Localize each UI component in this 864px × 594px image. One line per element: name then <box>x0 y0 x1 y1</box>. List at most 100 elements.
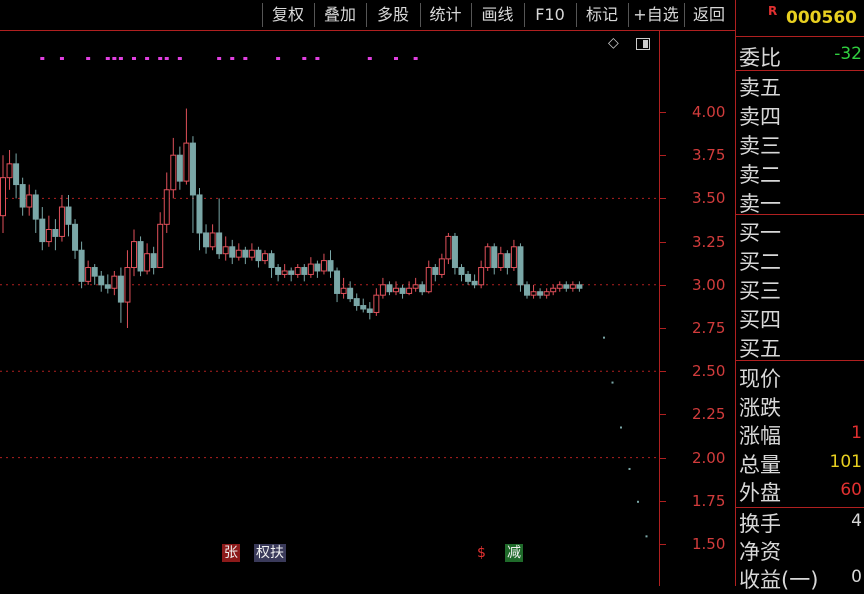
candle-body-74 <box>484 246 491 269</box>
candle-body-53 <box>347 287 354 300</box>
candle-body-49 <box>320 260 327 272</box>
toolbar-huaxian-button[interactable]: 画线 <box>471 3 523 27</box>
candle-body-79 <box>517 246 524 286</box>
tail-point-3 <box>628 467 631 470</box>
tail-point-2 <box>620 426 622 429</box>
candle-body-27 <box>176 154 183 182</box>
candle-body-84 <box>550 287 557 293</box>
y-tick-7 <box>660 414 666 416</box>
toolbar-diejia-button[interactable]: 叠加 <box>314 3 365 27</box>
panel-sep-1 <box>736 36 864 37</box>
candle-body-73 <box>478 267 485 286</box>
price-axis: 4.00 3.75 3.50 3.25 3.00 2.75 2.50 2.25 2.00 1.75… <box>660 31 736 586</box>
top-marker-1 <box>59 57 64 60</box>
y-tick-10 <box>660 544 666 545</box>
weibi-label: 委比 <box>739 46 781 70</box>
diamond-icon[interactable]: ◇ <box>608 36 622 50</box>
candle-body-46 <box>301 267 308 275</box>
candle-body-77 <box>504 253 511 269</box>
tag-dollar[interactable]: $ <box>475 544 488 562</box>
candle-body-9 <box>58 206 65 237</box>
candle-body-40 <box>262 253 268 262</box>
candle-body-55 <box>360 305 367 310</box>
kline-chart[interactable] <box>0 31 660 586</box>
candle-body-76 <box>497 253 504 269</box>
y-tick-label-2: 3.50 <box>692 189 726 208</box>
candle-body-47 <box>307 263 314 275</box>
sell-label-2: 卖三 <box>739 134 781 158</box>
candle-body-21 <box>137 241 144 272</box>
tag-fuquan[interactable]: 权扶 <box>254 544 286 562</box>
stats2-label-0: 换手 <box>739 512 781 536</box>
candle-body-72 <box>471 280 478 286</box>
candle-body-88 <box>576 284 583 289</box>
tag-jian[interactable]: 减 <box>505 544 523 562</box>
candle-body-51 <box>334 270 341 294</box>
candle-body-68 <box>445 235 452 260</box>
stats2-label-1: 净资 <box>739 540 781 564</box>
stats-label-4: 外盘 <box>739 481 781 505</box>
tag-zhang[interactable]: 张 <box>222 544 240 562</box>
tail-point-1 <box>611 381 614 384</box>
candle-body-28 <box>183 142 190 182</box>
candle-body-71 <box>465 273 472 282</box>
stats-label-3: 总量 <box>739 452 781 477</box>
y-tick-8 <box>660 457 666 459</box>
top-marker-7 <box>145 57 150 60</box>
y-tick-3 <box>660 241 666 243</box>
top-marker-6 <box>132 57 136 60</box>
y-tick-label-9: 1.75 <box>692 491 726 510</box>
candle-body-63 <box>412 284 419 289</box>
toolbar-f10-button[interactable]: F10 <box>524 3 575 27</box>
candle-body-66 <box>432 267 439 275</box>
toolbar-biaoji-button[interactable]: 标记 <box>576 3 627 27</box>
candle-body-33 <box>216 232 223 255</box>
candle-body-32 <box>209 232 216 248</box>
candle-body-67 <box>438 258 445 275</box>
candle-body-16 <box>104 284 111 289</box>
window-toggle-icon[interactable] <box>636 38 650 50</box>
candle-body-11 <box>72 223 79 251</box>
candle-body-59 <box>386 284 393 293</box>
top-marker-5 <box>118 57 123 60</box>
candle-body-70 <box>458 267 465 275</box>
top-marker-15 <box>302 57 307 60</box>
stats2-value-2: 0 <box>851 567 862 587</box>
candle-body-22 <box>144 253 151 272</box>
buy-label-3: 买四 <box>739 308 781 332</box>
buy-label-1: 买二 <box>739 250 781 274</box>
stats-label-0: 现价 <box>739 367 781 391</box>
top-marker-3 <box>105 57 110 60</box>
candle-body-23 <box>150 253 157 269</box>
candle-body-25 <box>163 189 170 225</box>
toolbar-back-button[interactable]: 返回 <box>684 3 733 27</box>
toolbar-add-watchlist-button[interactable]: +自选 <box>628 3 683 27</box>
candle-body-13 <box>85 267 92 282</box>
candle-body-85 <box>556 284 563 289</box>
panel-sep-2 <box>736 70 864 71</box>
toolbar-fuquan-button[interactable]: 复权 <box>262 3 313 27</box>
candle-body-83 <box>543 291 550 296</box>
toolbar: 复权 叠加 多股 统计 画线 F10 标记 +自选 返回 <box>0 0 736 30</box>
sell-label-3: 卖二 <box>739 163 781 187</box>
candle-body-5 <box>32 194 39 220</box>
top-marker-0 <box>40 57 45 60</box>
y-tick-5 <box>660 328 666 329</box>
stats2-label-2: 收益(一) <box>739 568 819 592</box>
candle-body-54 <box>353 298 360 307</box>
y-tick-2 <box>660 198 666 200</box>
candle-body-60 <box>393 287 399 293</box>
y-tick-0 <box>660 112 666 113</box>
sell-label-4: 卖一 <box>739 192 781 216</box>
stats-label-1: 涨跌 <box>739 395 781 420</box>
toolbar-tongji-button[interactable]: 统计 <box>420 3 470 27</box>
top-marker-2 <box>86 57 91 60</box>
toolbar-duogu-button[interactable]: 多股 <box>366 3 419 27</box>
top-marker-4 <box>112 57 117 60</box>
buy-label-4: 买五 <box>739 337 781 361</box>
candle-body-82 <box>537 291 544 296</box>
candle-body-15 <box>98 275 105 286</box>
candle-body-10 <box>65 206 72 225</box>
candle-body-3 <box>19 184 26 208</box>
candle-body-57 <box>373 294 380 313</box>
